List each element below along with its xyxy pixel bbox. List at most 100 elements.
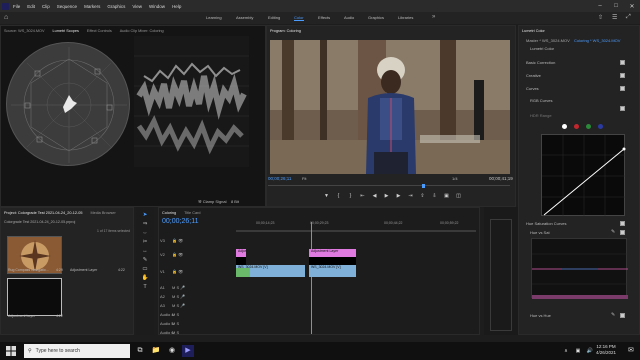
hue-vs-sat-editor[interactable] [531,238,628,299]
browser-icon[interactable]: ◉ [166,345,178,357]
workspace-assembly[interactable]: Assembly [236,15,253,20]
track-header-a3[interactable]: A3 M S 🎤 [160,301,232,309]
timeline-playhead[interactable] [311,222,312,334]
razor-tool-icon[interactable]: ✂ [143,238,148,247]
task-view-icon[interactable]: ⧉ [134,345,146,357]
workspace-graphics[interactable]: Graphics [368,15,384,20]
hue-vs-sat-checkbox[interactable] [620,230,625,235]
track-header-a1[interactable]: A1 M S 🎤 [160,283,232,291]
lift-icon[interactable]: ⇧ [418,193,427,200]
bin-thumbnail-adjustment-2[interactable] [7,278,62,316]
section-hue-saturation-curves[interactable]: Hue Saturation Curves [526,221,566,226]
menu-markers[interactable]: Markers [84,4,100,9]
program-timecode[interactable]: 00;00;26;11 [268,176,291,181]
creative-checkbox[interactable] [620,73,625,78]
red-channel-dot[interactable] [574,124,579,129]
tray-chevron-icon[interactable]: ∧ [560,345,572,357]
wrench-icon[interactable]: ⚒ [198,199,202,204]
timeline-timecode[interactable]: 00;00;26;11 [162,218,198,225]
section-rgb-curves[interactable]: RGB Curves [530,98,552,103]
tab-source[interactable]: Source: WS_3024.MOV [4,29,45,33]
premiere-taskbar-icon[interactable]: ▶ [182,345,194,357]
luma-channel-dot[interactable] [562,124,567,129]
extract-icon[interactable]: ⇩ [430,193,439,200]
mark-in-icon[interactable]: { [334,193,343,200]
curves-checkbox[interactable] [620,86,625,91]
maximize-icon[interactable]: □ [608,0,624,12]
share-icon[interactable]: ⇧ [598,14,603,21]
tab-media-browser[interactable]: Media Browser [90,211,115,215]
fullscreen-icon[interactable]: ⤢ [626,14,631,21]
clip-ws3024-2[interactable]: WS_3024.MOV [V] [309,265,356,277]
workspace-editing[interactable]: Editing [268,15,280,20]
workspace-color[interactable]: Color [294,15,304,21]
menu-edit[interactable]: Edit [27,4,35,9]
home-icon[interactable]: ⌂ [4,14,12,22]
tab-title-card[interactable]: Title Card [184,211,200,215]
go-to-in-icon[interactable]: ⇤ [358,193,367,200]
close-icon[interactable]: ✕ [624,0,640,12]
tab-lumetri-color[interactable]: Lumetri Color [522,29,545,33]
menu-graphics[interactable]: Graphics [107,4,125,9]
tab-coloring[interactable]: Coloring [162,211,176,215]
track-select-icon[interactable]: ⇒ [143,220,148,229]
workspace-effects[interactable]: Effects [318,15,330,20]
bit-depth-label[interactable]: 8 Bit [231,199,239,204]
slip-tool-icon[interactable]: ↔ [142,247,148,256]
add-marker-icon[interactable]: ▼ [322,193,331,200]
section-creative[interactable]: Creative [526,73,541,78]
play-icon[interactable]: ▶ [382,193,391,200]
menu-view[interactable]: View [132,4,142,9]
selection-tool-icon[interactable]: ➤ [143,211,148,220]
network-icon[interactable]: ▣ [572,345,584,357]
program-scrub-bar[interactable] [268,184,510,189]
zoom-fit-select[interactable]: Fit [302,176,306,181]
workspace-libraries[interactable]: Libraries [398,15,413,20]
tab-project[interactable]: Project: Colorgrade Test 2021-04-24_20-1… [4,211,82,215]
basic-correction-checkbox[interactable] [620,60,625,65]
system-clock[interactable]: 12:16 PM 4/26/2021 [596,344,616,356]
track-header-v3[interactable]: V3 🔒 👁 [160,236,232,244]
more-workspaces-icon[interactable]: » [432,14,435,20]
taskbar-search-box[interactable]: ⚲ Type here to search [24,344,130,358]
resolution-select[interactable]: 1/4 [452,176,458,181]
section-curves[interactable]: Curves [526,86,539,91]
hue-sat-curves-checkbox[interactable] [620,221,625,226]
work-area-bar[interactable] [236,230,476,232]
ripple-edit-icon[interactable]: ⇔ [142,229,148,238]
track-header-v2[interactable]: V2 🔒 👁 [160,250,232,258]
playhead-marker[interactable] [422,184,425,188]
rgb-curves-checkbox[interactable] [620,106,625,111]
lumetri-master-target[interactable]: Master * WS_3024.MOV [526,38,570,43]
workspace-learning[interactable]: Learning [206,15,222,20]
green-channel-dot[interactable] [586,124,591,129]
rectangle-tool-icon[interactable]: ▭ [142,265,147,274]
track-header-v1[interactable]: V1 🔒 👁 [160,267,232,275]
workspace-audio[interactable]: Audio [344,15,354,20]
menu-file[interactable]: File [13,4,20,9]
rgb-curve-editor[interactable] [541,134,626,217]
lumetri-clip-target[interactable]: Coloring * WS_3024.MOV [574,38,620,43]
tab-effect-controls[interactable]: Effect Controls [87,29,112,33]
menu-sequence[interactable]: Sequence [57,4,77,9]
comparison-view-icon[interactable]: ◫ [454,193,463,200]
clip-black-2[interactable] [309,257,356,265]
clip-adjustment-layer-1[interactable]: Adjustment Layer [236,249,246,257]
export-frame-icon[interactable]: ▣ [442,193,451,200]
track-header-audio5[interactable]: Audio 5M S [160,319,232,327]
hue-vs-hue-checkbox[interactable] [620,313,625,318]
step-back-icon[interactable]: ◀ [370,193,379,200]
track-header-audio4[interactable]: Audio 4M S [160,310,232,318]
minimize-icon[interactable]: – [592,0,608,12]
clip-black-1[interactable] [236,257,246,265]
windows-start-icon[interactable] [6,346,16,356]
menu-help[interactable]: Help [172,4,181,9]
track-header-audio6[interactable]: Audio 6M S [160,328,232,336]
clamp-signal-label[interactable]: Clamp Signal [203,199,227,204]
menu-window[interactable]: Window [149,4,165,9]
file-explorer-icon[interactable]: 📁 [150,345,162,357]
tab-audio-clip-mixer[interactable]: Audio Clip Mixer: Coloring [120,29,164,33]
mark-out-icon[interactable]: } [346,193,355,200]
step-forward-icon[interactable]: ▶ [394,193,403,200]
eyedropper-icon[interactable]: ✎ [611,312,615,318]
